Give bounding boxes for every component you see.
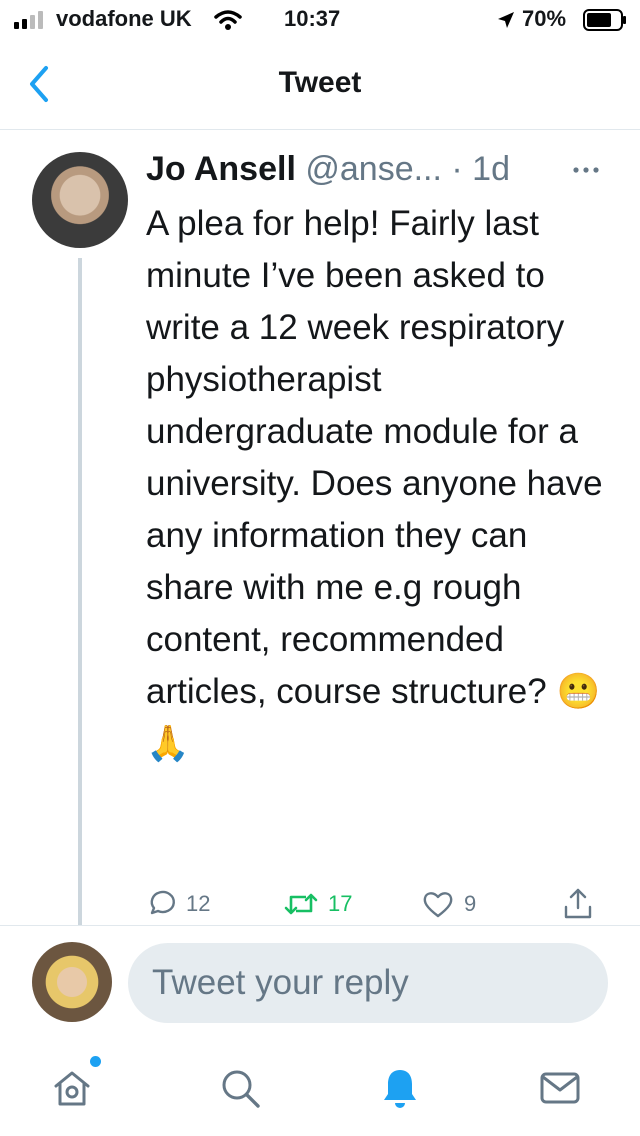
status-bar: vodafone UK 10:37 70%	[0, 0, 640, 40]
retweet-count: 17	[328, 891, 353, 916]
reply-count: 12	[186, 891, 211, 916]
thread-line	[78, 258, 82, 925]
tab-search[interactable]	[216, 1064, 264, 1112]
search-icon	[222, 1070, 260, 1108]
carrier-name: vodafone UK	[56, 6, 192, 31]
author-name[interactable]: Jo Ansell	[146, 150, 296, 188]
more-options-icon[interactable]	[570, 164, 602, 176]
tweet-body: A plea for help! Fairly last minute I’ve…	[146, 204, 603, 711]
nav-bar: Tweet	[0, 40, 640, 130]
reply-button[interactable]: 12	[146, 882, 210, 926]
battery-icon	[583, 9, 626, 31]
page-title: Tweet	[278, 66, 362, 99]
notification-dot	[90, 1056, 101, 1067]
tab-notifications[interactable]	[376, 1064, 424, 1112]
tab-messages[interactable]	[536, 1064, 584, 1112]
battery-percentage: 70%	[522, 6, 567, 31]
home-icon	[54, 1071, 90, 1106]
mail-icon	[540, 1072, 580, 1104]
signal-strength-icon	[14, 11, 43, 29]
retweet-icon	[284, 893, 318, 915]
clock-time: 10:37	[284, 6, 341, 31]
author-avatar[interactable]	[32, 152, 128, 248]
reply-input[interactable]: Tweet your reply	[128, 943, 608, 1023]
like-count: 9	[464, 891, 477, 916]
like-button[interactable]: 9	[422, 882, 476, 926]
tweet-time: · 1d	[441, 150, 510, 188]
wifi-icon	[214, 10, 242, 30]
tweet-text: A plea for help! Fairly last minute I’ve…	[146, 198, 616, 770]
reply-icon	[150, 890, 175, 915]
tweet[interactable]: Jo Ansell @anse... · 1d A plea for help!…	[0, 130, 640, 925]
heart-icon	[423, 892, 453, 918]
tab-home[interactable]	[48, 1064, 96, 1112]
user-avatar[interactable]	[32, 942, 112, 1022]
tweet-header: Jo Ansell @anse... · 1d	[146, 150, 616, 190]
retweet-button[interactable]: 17	[284, 882, 352, 926]
location-arrow-icon	[498, 12, 514, 28]
author-handle[interactable]: @anse...	[305, 150, 442, 188]
share-icon	[564, 888, 592, 919]
reply-placeholder: Tweet your reply	[152, 963, 409, 1002]
bell-icon	[384, 1070, 416, 1108]
share-button[interactable]	[562, 882, 594, 926]
tweet-actions: 12 17 9	[146, 882, 616, 926]
tab-bar	[0, 1046, 640, 1136]
divider	[0, 925, 640, 926]
